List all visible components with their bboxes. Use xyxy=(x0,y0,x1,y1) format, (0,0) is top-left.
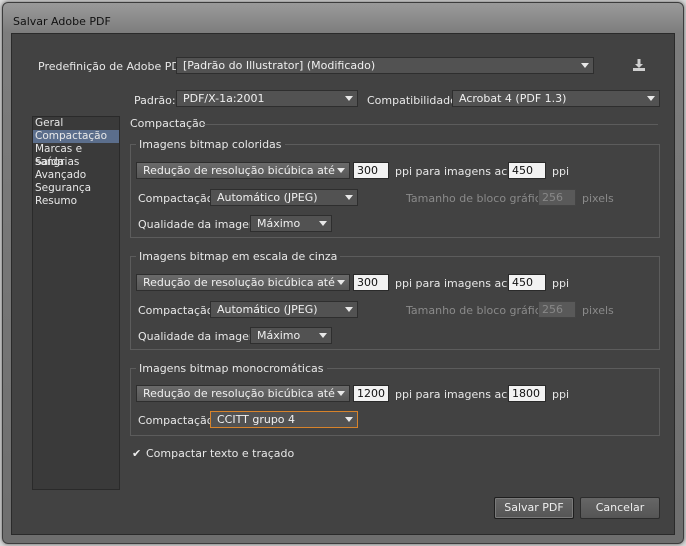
sidebar-item[interactable]: Avançado xyxy=(33,169,119,182)
compatibility-label: Compatibilidade: xyxy=(367,94,461,107)
sidebar-item[interactable]: Resumo xyxy=(33,195,119,208)
mono-compression-value: CCITT grupo 4 xyxy=(217,413,296,426)
chevron-down-icon xyxy=(581,63,589,68)
mono-above-ppi-input[interactable]: 1800 xyxy=(508,385,546,402)
chevron-down-icon xyxy=(337,280,345,285)
chevron-down-icon xyxy=(647,96,655,101)
color-compression-dropdown[interactable]: Automático (JPEG) xyxy=(210,189,358,206)
gray-compression-dropdown[interactable]: Automático (JPEG) xyxy=(210,301,358,318)
section-divider xyxy=(202,124,658,125)
gray-resample-dropdown[interactable]: Redução de resolução bicúbica até xyxy=(136,274,350,291)
mono-compression-label: Compactação: xyxy=(138,414,218,427)
gray-ppi-unit: ppi xyxy=(552,277,570,290)
compatibility-dropdown[interactable]: Acrobat 4 (PDF 1.3) xyxy=(452,90,660,107)
chevron-down-icon xyxy=(319,333,327,338)
gray-compression-value: Automático (JPEG) xyxy=(217,303,318,316)
color-tile-unit: pixels xyxy=(582,192,614,205)
sidebar-item[interactable]: Marcas e sangrias xyxy=(33,143,119,168)
preset-value: [Padrão do Illustrator] (Modificado) xyxy=(183,59,376,72)
color-quality-label: Qualidade da imagem: xyxy=(138,218,264,231)
chevron-down-icon xyxy=(337,391,345,396)
mono-resample-dropdown[interactable]: Redução de resolução bicúbica até xyxy=(136,385,350,402)
mono-compression-dropdown[interactable]: CCITT grupo 4 xyxy=(210,411,358,428)
color-above-ppi-input[interactable]: 450 xyxy=(508,162,546,179)
chevron-down-icon xyxy=(345,96,353,101)
chevron-down-icon xyxy=(345,307,353,312)
mono-group-title: Imagens bitmap monocromáticas xyxy=(136,362,327,375)
save-preset-icon[interactable] xyxy=(630,57,648,73)
category-sidebar: Geral Compactação Marcas e sangrias Saída Av… xyxy=(32,116,120,490)
color-tile-label: Tamanho de bloco gráfico: xyxy=(406,192,552,205)
dialog-window: Salvar Adobe PDF Predefinição de Adobe P… xyxy=(2,2,684,544)
color-quality-dropdown[interactable]: Máximo xyxy=(250,215,332,232)
window-title: Salvar Adobe PDF xyxy=(13,15,111,28)
gray-quality-label: Qualidade da imagem: xyxy=(138,330,264,343)
mono-ppi-unit: ppi xyxy=(552,388,570,401)
mono-resample-value: Redução de resolução bicúbica até xyxy=(143,387,335,400)
color-resample-dropdown[interactable]: Redução de resolução bicúbica até xyxy=(136,162,350,179)
gray-compression-label: Compactação: xyxy=(138,304,218,317)
sidebar-item[interactable]: Segurança xyxy=(33,182,119,195)
gray-above-ppi-input[interactable]: 450 xyxy=(508,274,546,291)
chevron-down-icon xyxy=(345,417,353,422)
gray-group-title: Imagens bitmap em escala de cinza xyxy=(136,250,341,263)
color-group-title: Imagens bitmap coloridas xyxy=(136,138,285,151)
chevron-down-icon xyxy=(345,195,353,200)
color-quality-value: Máximo xyxy=(257,217,301,230)
mono-resample-ppi-input[interactable]: 1200 xyxy=(353,385,389,402)
gray-quality-dropdown[interactable]: Máximo xyxy=(250,327,332,344)
sidebar-item[interactable]: Geral xyxy=(33,117,119,130)
color-ppi-unit: ppi xyxy=(552,165,570,178)
standard-dropdown[interactable]: PDF/X-1a:2001 xyxy=(176,90,358,107)
chevron-down-icon xyxy=(319,221,327,226)
color-tile-input[interactable]: 256 xyxy=(538,189,576,206)
section-title: Compactação xyxy=(130,117,206,130)
compatibility-value: Acrobat 4 (PDF 1.3) xyxy=(459,92,567,105)
color-compression-label: Compactação: xyxy=(138,192,218,205)
gray-resample-value: Redução de resolução bicúbica até xyxy=(143,276,335,289)
preset-dropdown[interactable]: [Padrão do Illustrator] (Modificado) xyxy=(176,57,594,74)
dialog-client: Predefinição de Adobe PDF: [Padrão do Il… xyxy=(11,33,675,535)
gray-tile-input[interactable]: 256 xyxy=(538,301,576,318)
gray-resample-ppi-input[interactable]: 300 xyxy=(353,274,389,291)
sidebar-item[interactable]: Compactação xyxy=(33,130,119,143)
color-compression-value: Automático (JPEG) xyxy=(217,191,318,204)
preset-label: Predefinição de Adobe PDF: xyxy=(38,60,190,73)
gray-tile-label: Tamanho de bloco gráfico: xyxy=(406,304,552,317)
chevron-down-icon xyxy=(337,168,345,173)
save-pdf-button[interactable]: Salvar PDF xyxy=(494,497,574,519)
gray-quality-value: Máximo xyxy=(257,329,301,342)
standard-label: Padrão: xyxy=(134,94,176,107)
gray-tile-unit: pixels xyxy=(582,304,614,317)
color-resample-ppi-input[interactable]: 300 xyxy=(353,162,389,179)
color-resample-value: Redução de resolução bicúbica até xyxy=(143,164,335,177)
standard-value: PDF/X-1a:2001 xyxy=(183,92,265,105)
cancel-button[interactable]: Cancelar xyxy=(580,497,660,519)
compress-text-checkbox[interactable]: ✔ xyxy=(132,448,142,459)
compress-text-label: Compactar texto e traçado xyxy=(146,447,295,460)
